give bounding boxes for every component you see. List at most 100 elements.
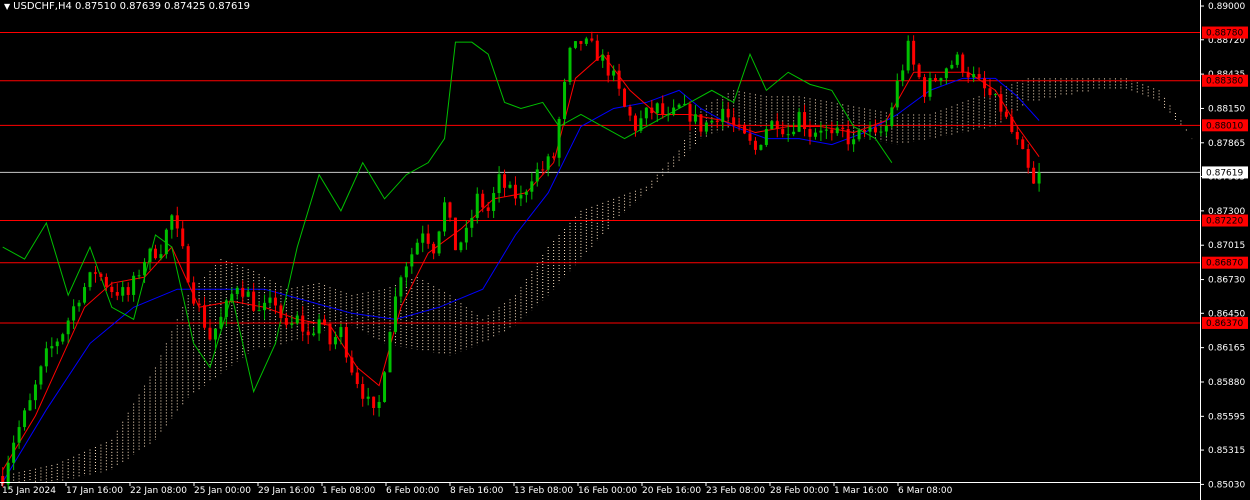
candle-body (186, 246, 190, 283)
candle-body (333, 337, 337, 345)
candle-body (159, 254, 163, 259)
candle-body (601, 54, 605, 61)
candle-body (595, 40, 599, 61)
candle-body (999, 94, 1003, 112)
candle-body (710, 120, 714, 123)
candle-body (55, 341, 59, 347)
candle-body (672, 107, 676, 115)
candle-body (273, 297, 277, 306)
candle-body (263, 302, 267, 311)
candle-body (683, 103, 687, 105)
candle-body (252, 291, 256, 311)
candle-body (17, 427, 21, 443)
candle-body (93, 272, 97, 274)
candle-body (241, 287, 245, 297)
candle-body (459, 242, 463, 251)
x-tick-label: 16 Feb 00:00 (578, 486, 637, 496)
candle-body (246, 291, 250, 297)
candle-body (928, 78, 932, 97)
x-tick-label: 22 Jan 08:00 (130, 486, 187, 496)
candle-body (933, 78, 937, 81)
candle-body (355, 372, 359, 385)
candle-body (6, 462, 10, 485)
tenkan-line (2, 53, 1040, 471)
candle-body (393, 296, 397, 332)
candle-body (328, 323, 332, 345)
candle-body (835, 127, 839, 134)
candle-body (372, 396, 376, 408)
candle-body (879, 131, 883, 133)
candle-body (235, 287, 239, 295)
candle-body (993, 94, 997, 96)
candle-body (350, 357, 354, 373)
candle-body (437, 231, 441, 254)
candle-body (912, 40, 916, 65)
level-tag: 0.88380 (1206, 77, 1243, 87)
candles (1, 31, 1041, 490)
candle-body (748, 133, 752, 141)
candle-body (301, 315, 305, 332)
x-tick-label: 13 Feb 08:00 (514, 486, 573, 496)
x-tick-label: 15 Jan 2024 (2, 486, 56, 496)
candle-body (404, 266, 408, 278)
candle-body (955, 54, 959, 65)
x-tick-label: 6 Feb 00:00 (386, 486, 440, 496)
candle-body (579, 41, 583, 44)
candle-body (421, 233, 425, 243)
y-tick-label: 0.89000 (1208, 2, 1245, 12)
candle-body (492, 193, 496, 211)
candle-body (677, 104, 681, 108)
x-tick-label: 29 Jan 16:00 (258, 486, 315, 496)
candle-body (132, 275, 136, 295)
candle-body (808, 129, 812, 137)
price-chart[interactable]: 0.890000.887200.884350.881500.878650.875… (0, 0, 1250, 500)
candle-body (388, 331, 392, 373)
candle-body (344, 327, 348, 358)
candle-body (655, 103, 659, 114)
candle-body (1026, 149, 1030, 168)
candle-body (737, 124, 741, 126)
x-tick-label: 17 Jan 16:00 (66, 486, 123, 496)
candle-body (824, 129, 828, 131)
candle-body (830, 129, 834, 134)
candle-body (972, 74, 976, 78)
candle-body (617, 70, 621, 89)
candle-body (743, 124, 747, 134)
candle-body (224, 300, 228, 318)
candle-body (295, 315, 299, 324)
candle-body (1010, 116, 1014, 132)
candle-body (1032, 167, 1036, 184)
candle-body (219, 317, 223, 329)
candle-body (530, 181, 534, 192)
candle-body (639, 118, 643, 131)
candle-body (426, 233, 430, 244)
candle-body (590, 38, 594, 41)
candle-body (944, 68, 948, 79)
candle-body (623, 88, 627, 107)
candle-body (704, 122, 708, 132)
candle-body (61, 334, 65, 342)
candle-body (901, 70, 905, 81)
candle-body (203, 305, 207, 328)
candle-body (917, 64, 921, 78)
candle-body (175, 215, 179, 229)
candle-body (104, 276, 108, 287)
candle-body (44, 348, 48, 367)
x-tick-label: 23 Feb 08:00 (706, 486, 765, 496)
candle-body (481, 193, 485, 208)
candle-body (519, 194, 523, 199)
candle-body (977, 74, 981, 79)
candle-body (961, 54, 965, 73)
candle-body (666, 114, 670, 116)
y-tick-label: 0.85315 (1208, 446, 1245, 456)
candle-body (584, 38, 588, 44)
level-tag: 0.86870 (1206, 259, 1243, 269)
candle-body (628, 106, 632, 116)
candle-body (366, 396, 370, 399)
candle-body (39, 366, 43, 385)
candle-body (192, 282, 196, 304)
y-tick-label: 0.88150 (1208, 104, 1245, 114)
candle-body (797, 112, 801, 132)
candle-body (448, 202, 452, 218)
candle-body (732, 117, 736, 125)
